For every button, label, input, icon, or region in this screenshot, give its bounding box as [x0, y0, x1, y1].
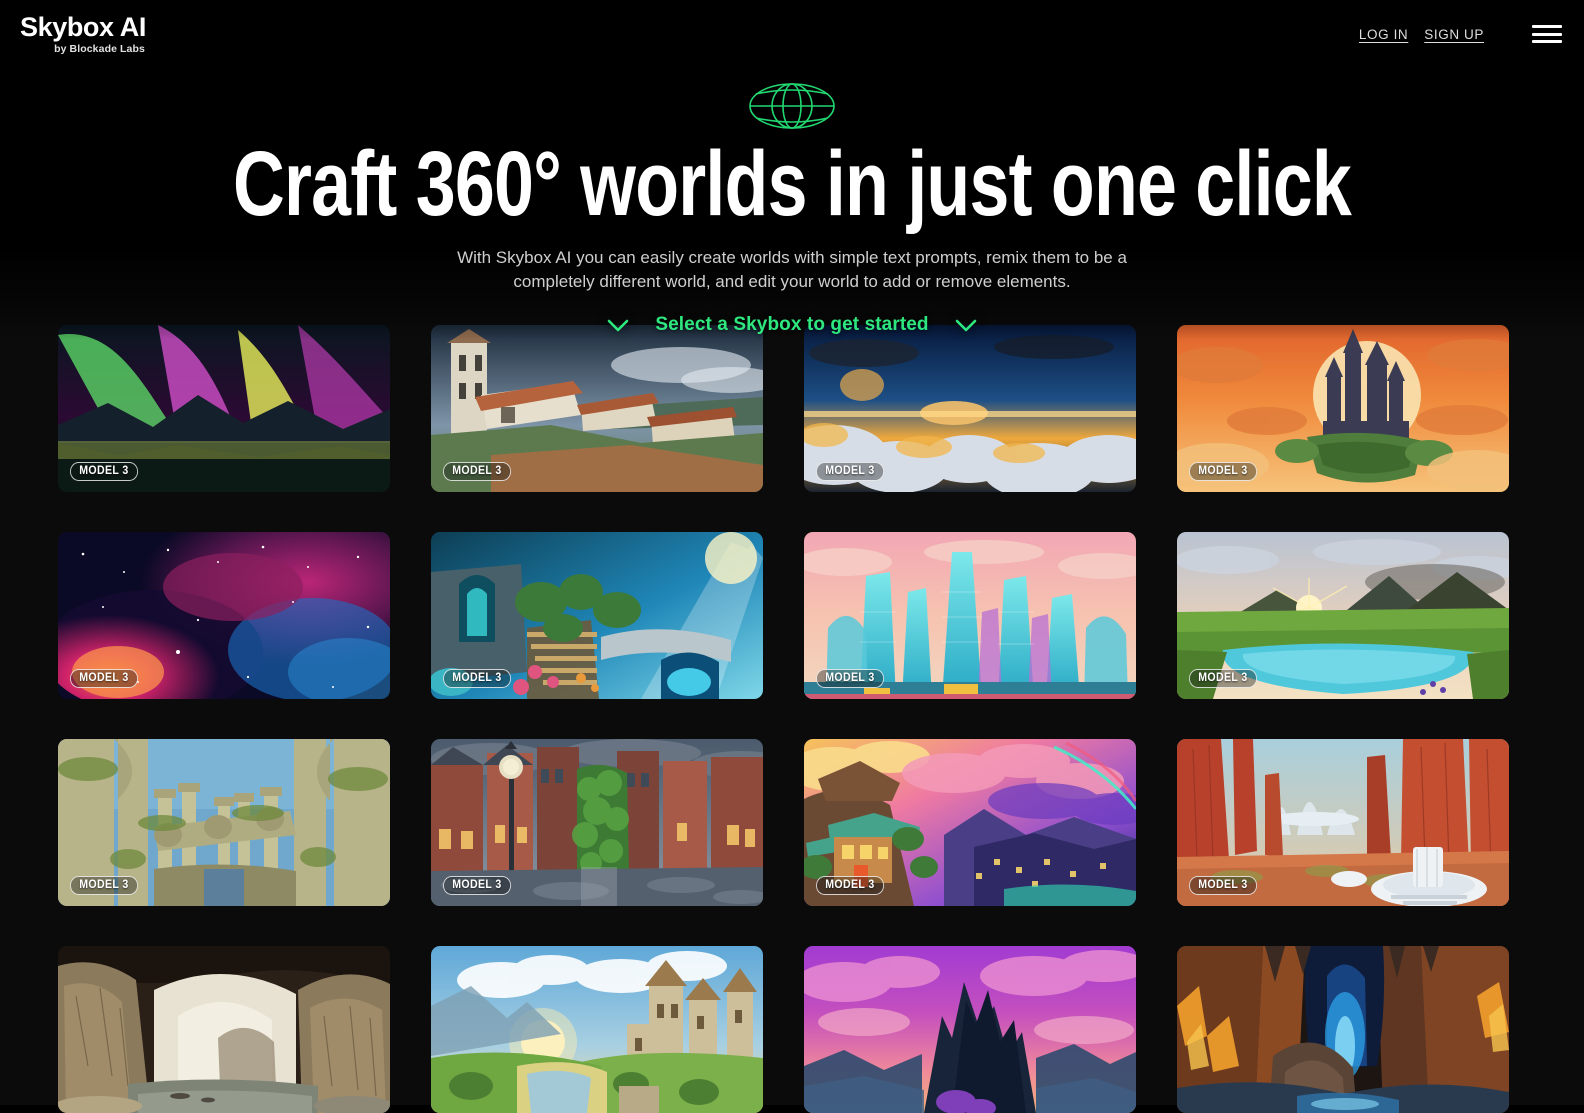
- header-nav: LOG IN SIGN UP: [1343, 23, 1562, 45]
- skybox-thumbnail-purple-sky-dark-peaks: [804, 946, 1136, 1113]
- skybox-gallery-grid: MODEL 3 MODEL 3 MODEL 3 MODEL 3 MODEL 3 …: [58, 325, 1510, 1113]
- model-badge: MODEL 3: [70, 668, 138, 688]
- logo[interactable]: Skybox AI by Blockade Labs: [20, 11, 146, 55]
- hamburger-bar: [1532, 32, 1562, 36]
- logo-subtitle: by Blockade Labs: [54, 42, 145, 55]
- skybox-card-sea-cave-arch[interactable]: [58, 946, 390, 1113]
- model-badge: MODEL 3: [1189, 875, 1257, 895]
- model-badge: MODEL 3: [443, 875, 511, 895]
- hamburger-bar: [1532, 40, 1562, 43]
- model-badge: MODEL 3: [1189, 668, 1257, 688]
- skybox-card-castle-valley-sunrise[interactable]: [431, 946, 763, 1113]
- skybox-thumbnail-castle-valley-sunrise: [431, 946, 763, 1113]
- model-badge: MODEL 3: [443, 668, 511, 688]
- skybox-card-red-canyon-sci-fi-base[interactable]: MODEL 3: [1177, 739, 1509, 906]
- skybox-card-crystal-lava-cavern[interactable]: [1177, 946, 1509, 1113]
- skybox-card-cosmic-nebula[interactable]: MODEL 3: [58, 532, 390, 699]
- skybox-card-aurora-borealis-lake[interactable]: MODEL 3: [58, 325, 390, 492]
- chevron-down-icon[interactable]: [955, 319, 977, 332]
- login-link[interactable]: LOG IN: [1359, 27, 1408, 42]
- model-badge: MODEL 3: [816, 875, 884, 895]
- hamburger-bar: [1532, 25, 1562, 28]
- model-badge: MODEL 3: [70, 875, 138, 895]
- skybox-card-anime-cliffside-village[interactable]: MODEL 3: [804, 739, 1136, 906]
- site-header: Skybox AI by Blockade Labs LOG IN SIGN U…: [0, 0, 1584, 68]
- skybox-card-rainy-cobblestone-street[interactable]: MODEL 3: [431, 739, 763, 906]
- model-badge: MODEL 3: [1189, 461, 1257, 481]
- skybox-card-sunset-above-clouds[interactable]: MODEL 3: [804, 325, 1136, 492]
- skybox-card-underwater-garden-ruins[interactable]: MODEL 3: [431, 532, 763, 699]
- skybox-card-purple-sky-dark-peaks[interactable]: [804, 946, 1136, 1113]
- skybox-card-futuristic-glass-city[interactable]: MODEL 3: [804, 532, 1136, 699]
- skybox-card-green-plains-lagoon[interactable]: MODEL 3: [1177, 532, 1509, 699]
- model-badge: MODEL 3: [70, 461, 138, 481]
- select-skybox-label[interactable]: Select a Skybox to get started: [655, 314, 928, 336]
- chevron-down-icon[interactable]: [607, 319, 629, 332]
- select-skybox-cta[interactable]: Select a Skybox to get started: [0, 314, 1584, 336]
- hamburger-menu-icon[interactable]: [1532, 23, 1562, 45]
- skybox-card-ancient-stone-ruins[interactable]: MODEL 3: [58, 739, 390, 906]
- logo-title: Skybox AI: [20, 11, 146, 42]
- model-badge: MODEL 3: [816, 668, 884, 688]
- model-badge: MODEL 3: [443, 461, 511, 481]
- skybox-card-mediterranean-hill-village[interactable]: MODEL 3: [431, 325, 763, 492]
- model-badge: MODEL 3: [816, 461, 884, 481]
- skybox-thumbnail-sea-cave-arch: [58, 946, 390, 1113]
- signup-link[interactable]: SIGN UP: [1424, 27, 1484, 42]
- skybox-thumbnail-crystal-lava-cavern: [1177, 946, 1509, 1113]
- skybox-card-fantasy-castle-sunset[interactable]: MODEL 3: [1177, 325, 1509, 492]
